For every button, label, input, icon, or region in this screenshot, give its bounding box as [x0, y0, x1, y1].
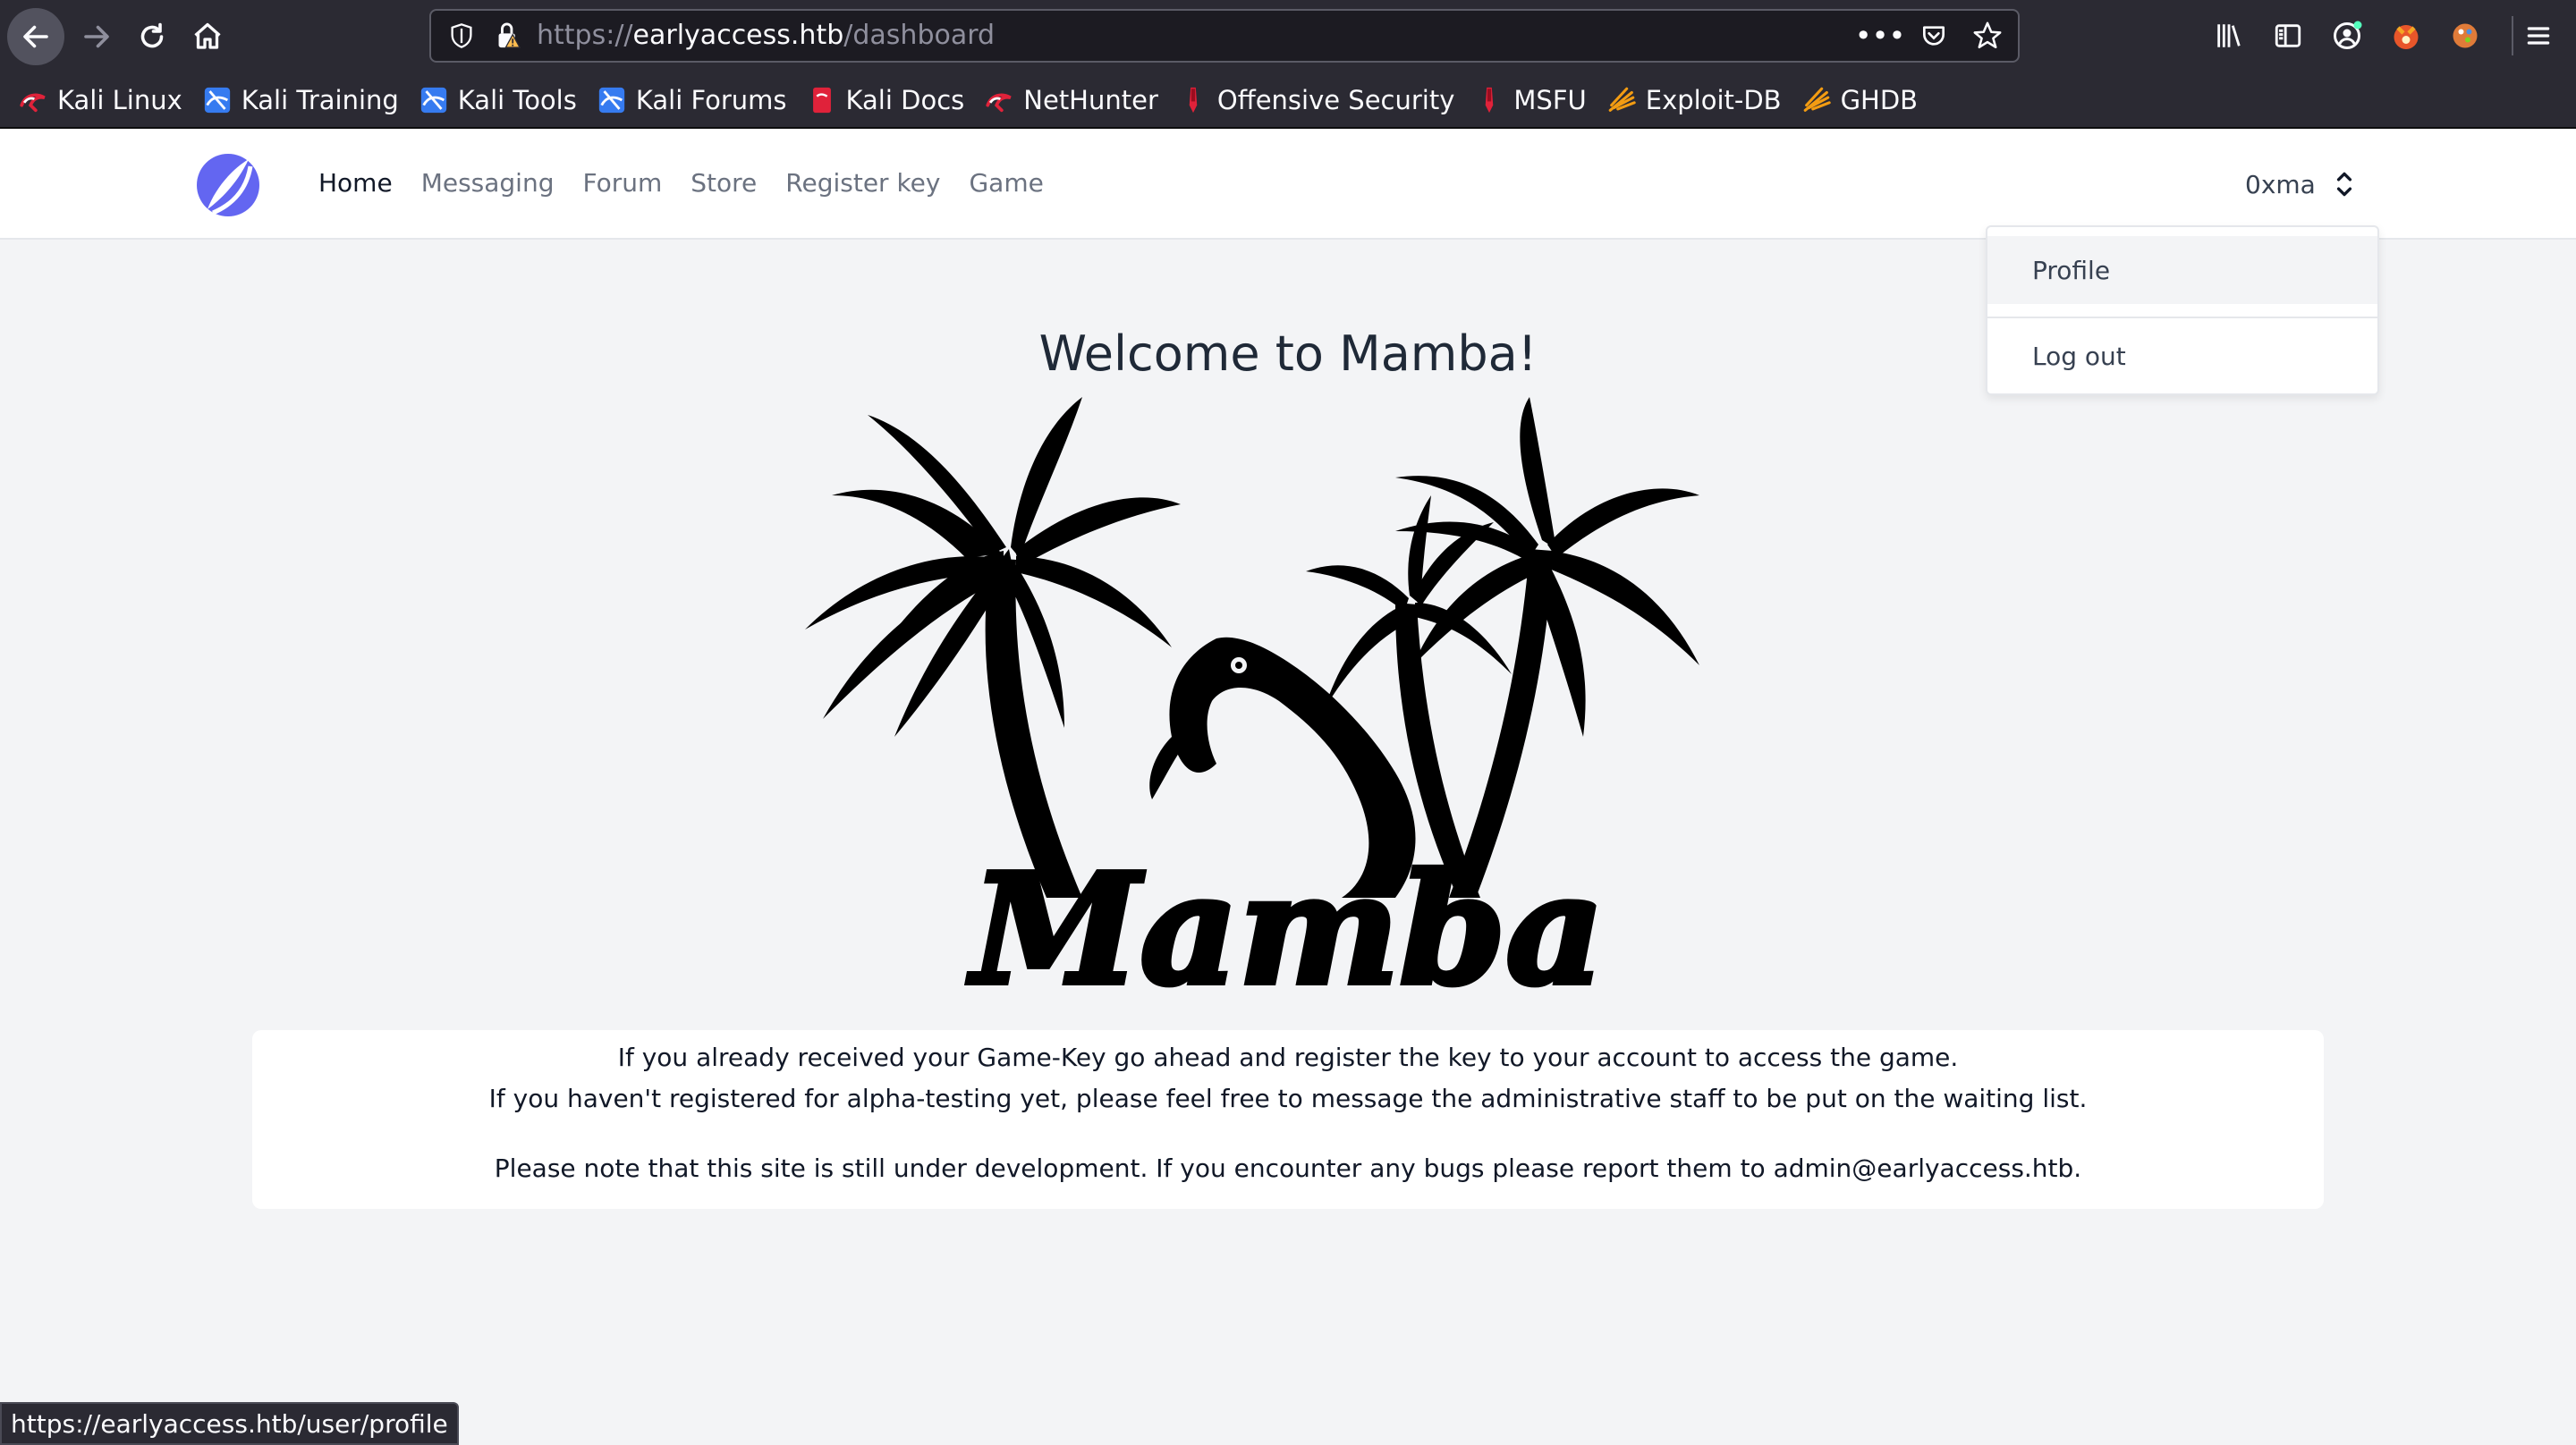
home-button[interactable]: [179, 8, 236, 65]
page-title: Welcome to Mamba!: [1038, 325, 1538, 382]
account-icon[interactable]: [2327, 13, 2367, 59]
browser-toolbar: https://earlyaccess.htb/dashboard •••: [0, 0, 2576, 73]
menu-divider: [1987, 317, 2377, 318]
info-line-alpha-testing: If you haven't registered for alpha-test…: [488, 1084, 2088, 1113]
home-icon: [194, 22, 221, 49]
page-actions-icon[interactable]: •••: [1855, 18, 1906, 54]
nav-store[interactable]: Store: [691, 168, 757, 198]
library-icon[interactable]: [2209, 13, 2249, 59]
bookmark-label: Kali Forums: [635, 85, 787, 115]
page-content: Home Messaging Forum Store Register key …: [0, 129, 2576, 1445]
url-text[interactable]: https://earlyaccess.htb/dashboard: [537, 20, 995, 51]
back-button[interactable]: [7, 8, 64, 65]
bookmark-label: Kali Docs: [845, 85, 965, 115]
bookmark-label: MSFU: [1513, 85, 1587, 115]
bookmark-ghdb[interactable]: GHDB: [1801, 85, 1919, 115]
nav-messaging[interactable]: Messaging: [421, 168, 555, 198]
kali-icon: [20, 93, 46, 113]
url-host: earlyaccess.htb: [632, 20, 844, 51]
nethunter-icon: [986, 93, 1012, 113]
link-status-bar: https://earlyaccess.htb/user/profile: [0, 1402, 459, 1445]
arrow-left-icon: [23, 25, 48, 48]
kali-tools-icon: [420, 87, 446, 114]
ghdb-icon: [1803, 87, 1831, 112]
nav-home[interactable]: Home: [318, 168, 393, 198]
mamba-palm-logo-image: Mamba: [805, 397, 1699, 996]
chevron-updown-icon: [2336, 172, 2351, 197]
toolbar-separator: [2512, 16, 2513, 55]
main-nav: Home Messaging Forum Store Register key …: [318, 168, 1044, 198]
bookmark-label: NetHunter: [1023, 85, 1158, 115]
extension-fox-icon[interactable]: [2386, 13, 2426, 59]
bookmark-kali-tools[interactable]: Kali Tools: [419, 85, 577, 115]
bookmark-label: Exploit-DB: [1645, 85, 1782, 115]
reload-icon: [140, 22, 164, 48]
menu-item-profile[interactable]: Profile: [1987, 236, 2377, 304]
url-bar[interactable]: https://earlyaccess.htb/dashboard •••: [429, 9, 2020, 63]
bookmark-msfu[interactable]: MSFU: [1474, 85, 1587, 115]
forward-button[interactable]: [68, 8, 125, 65]
offsec-icon: [1189, 87, 1198, 114]
pocket-icon[interactable]: [1916, 18, 1952, 54]
bookmark-label: Kali Training: [241, 85, 399, 115]
bookmark-exploit-db[interactable]: Exploit-DB: [1606, 85, 1782, 115]
url-scheme: https://: [537, 20, 633, 51]
mamba-logo-text: Mamba: [967, 841, 1604, 996]
insecure-lock-icon[interactable]: [490, 18, 526, 54]
bookmark-nethunter[interactable]: NetHunter: [984, 85, 1158, 115]
bookmark-kali-forums[interactable]: Kali Forums: [597, 85, 787, 115]
site-navbar: Home Messaging Forum Store Register key …: [0, 129, 2576, 240]
bookmark-star-icon[interactable]: [1970, 18, 2005, 54]
bookmark-kali-training[interactable]: Kali Training: [202, 85, 399, 115]
username-label: 0xma: [2245, 169, 2316, 199]
msfu-icon: [1486, 87, 1494, 114]
extension-palette-icon[interactable]: [2445, 13, 2485, 59]
menu-icon[interactable]: [2519, 13, 2558, 59]
exploitdb-icon: [1608, 87, 1636, 112]
bookmark-label: Kali Linux: [57, 85, 182, 115]
sidebar-icon[interactable]: [2268, 13, 2308, 59]
info-line-game-key: If you already received your Game-Key go…: [617, 1043, 1959, 1072]
bookmark-label: Offensive Security: [1216, 85, 1455, 115]
bookmark-kali-linux[interactable]: Kali Linux: [18, 85, 182, 115]
bookmark-label: GHDB: [1840, 85, 1919, 115]
nav-forum[interactable]: Forum: [582, 168, 662, 198]
kali-docs-icon: [812, 87, 831, 114]
kali-forums-icon: [598, 87, 625, 114]
bookmark-kali-docs[interactable]: Kali Docs: [807, 85, 965, 115]
url-path: /dashboard: [843, 20, 996, 51]
reload-button[interactable]: [123, 8, 181, 65]
user-menu-button[interactable]: 0xma: [2245, 168, 2357, 200]
info-line-development-notice: Please note that this site is still unde…: [494, 1153, 2082, 1183]
arrow-right-icon: [84, 25, 109, 48]
nav-game[interactable]: Game: [969, 168, 1043, 198]
bookmarks-toolbar: Kali Linux Kali Training Kali Tools Kali…: [0, 73, 2576, 129]
bookmark-offensive-security[interactable]: Offensive Security: [1178, 85, 1455, 115]
bookmark-label: Kali Tools: [457, 85, 577, 115]
tracking-shield-icon[interactable]: [444, 18, 479, 54]
info-card: If you already received your Game-Key go…: [252, 1030, 2324, 1209]
kali-training-icon: [204, 87, 230, 114]
nav-register-key[interactable]: Register key: [785, 168, 940, 198]
site-logo-icon[interactable]: [195, 152, 261, 218]
